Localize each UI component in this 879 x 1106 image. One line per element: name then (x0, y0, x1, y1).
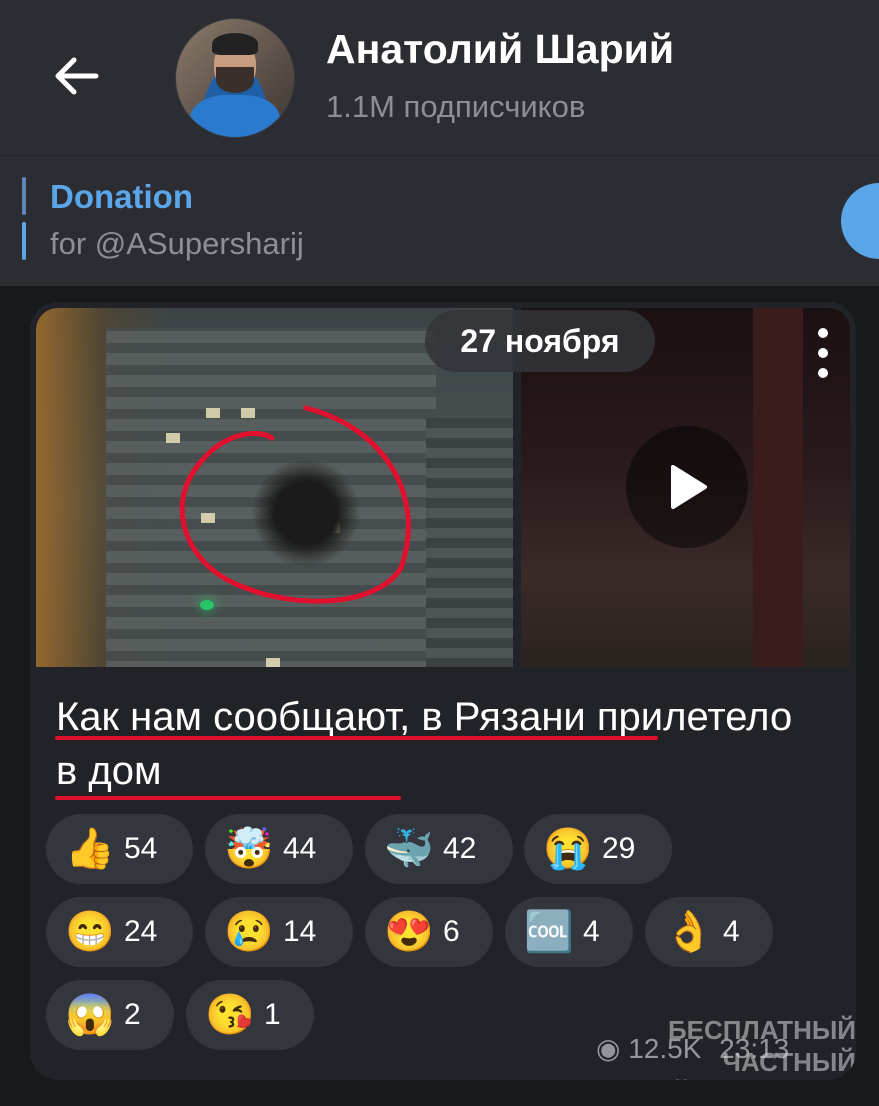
pinned-message-bar[interactable] (0, 156, 879, 286)
play-button[interactable] (626, 426, 748, 548)
reaction-mind-blown[interactable]: 🤯 44 (205, 814, 353, 884)
scream-icon: 😱 (65, 993, 115, 1037)
post-card: 27 ноября Как нам сообщают, в Рязани при… (30, 302, 856, 1080)
back-button[interactable] (48, 48, 104, 104)
reaction-count: 6 (443, 915, 460, 948)
crying-icon: 😭 (543, 827, 593, 871)
reaction-count: 2 (124, 998, 141, 1031)
reaction-whale[interactable]: 🐳 42 (365, 814, 513, 884)
reaction-count: 1 (264, 998, 281, 1031)
pinned-title[interactable]: Donation (50, 178, 193, 216)
date-badge: 27 ноября (425, 310, 655, 372)
channel-header: Анатолий Шарий 1.1M подписчиков (0, 0, 879, 156)
reaction-count: 42 (443, 832, 477, 865)
subscriber-count: 1.1M подписчиков (326, 89, 586, 124)
reaction-kiss[interactable]: 😘 1 (186, 980, 314, 1050)
reaction-thumbs-up[interactable]: 👍 54 (46, 814, 193, 884)
more-options-button[interactable] (808, 328, 838, 378)
heart-eyes-icon: 😍 (384, 910, 434, 954)
reaction-count: 4 (723, 915, 740, 948)
dot-icon (818, 328, 828, 338)
sad-tear-icon: 😢 (224, 910, 274, 954)
caption-underline (55, 736, 658, 740)
channel-avatar[interactable] (175, 18, 295, 138)
caption-underline (55, 796, 401, 800)
kiss-icon: 😘 (205, 993, 255, 1037)
reaction-count: 44 (283, 832, 317, 865)
grin-icon: 😁 (65, 910, 115, 954)
reaction-sad-tear[interactable]: 😢 14 (205, 897, 353, 967)
pinned-indicator-bar-active (22, 222, 26, 260)
thumbs-up-icon: 👍 (65, 827, 115, 871)
pinned-indicator-bar (22, 177, 26, 215)
whale-icon: 🐳 (384, 827, 434, 871)
reaction-cool[interactable]: 🆒 4 (505, 897, 633, 967)
dot-icon (818, 368, 828, 378)
reaction-count: 24 (124, 915, 158, 948)
play-icon (671, 465, 707, 509)
reaction-count: 29 (602, 832, 636, 865)
post-caption: Как нам сообщают, в Рязани прилетело в д… (56, 695, 793, 793)
reaction-count: 54 (124, 832, 158, 865)
reaction-scream[interactable]: 😱 2 (46, 980, 174, 1050)
reaction-ok-hand[interactable]: 👌 4 (645, 897, 773, 967)
watermark: БЕСПЛАТНЫЙ ЧАСТНЫЙ ШАРИЙ 👉 Sharij.net (591, 1015, 856, 1080)
arrow-left-icon (55, 57, 99, 95)
channel-title[interactable]: Анатолий Шарий (326, 26, 674, 73)
mind-blown-icon: 🤯 (224, 827, 274, 871)
reaction-count: 14 (283, 915, 317, 948)
reaction-heart-eyes[interactable]: 😍 6 (365, 897, 493, 967)
dot-icon (818, 348, 828, 358)
cool-icon: 🆒 (524, 910, 574, 954)
pinned-text[interactable]: for @ASupersharij (50, 226, 304, 262)
ok-hand-icon: 👌 (664, 910, 714, 954)
reaction-crying[interactable]: 😭 29 (524, 814, 672, 884)
reaction-grin[interactable]: 😁 24 (46, 897, 193, 967)
reaction-count: 4 (583, 915, 600, 948)
